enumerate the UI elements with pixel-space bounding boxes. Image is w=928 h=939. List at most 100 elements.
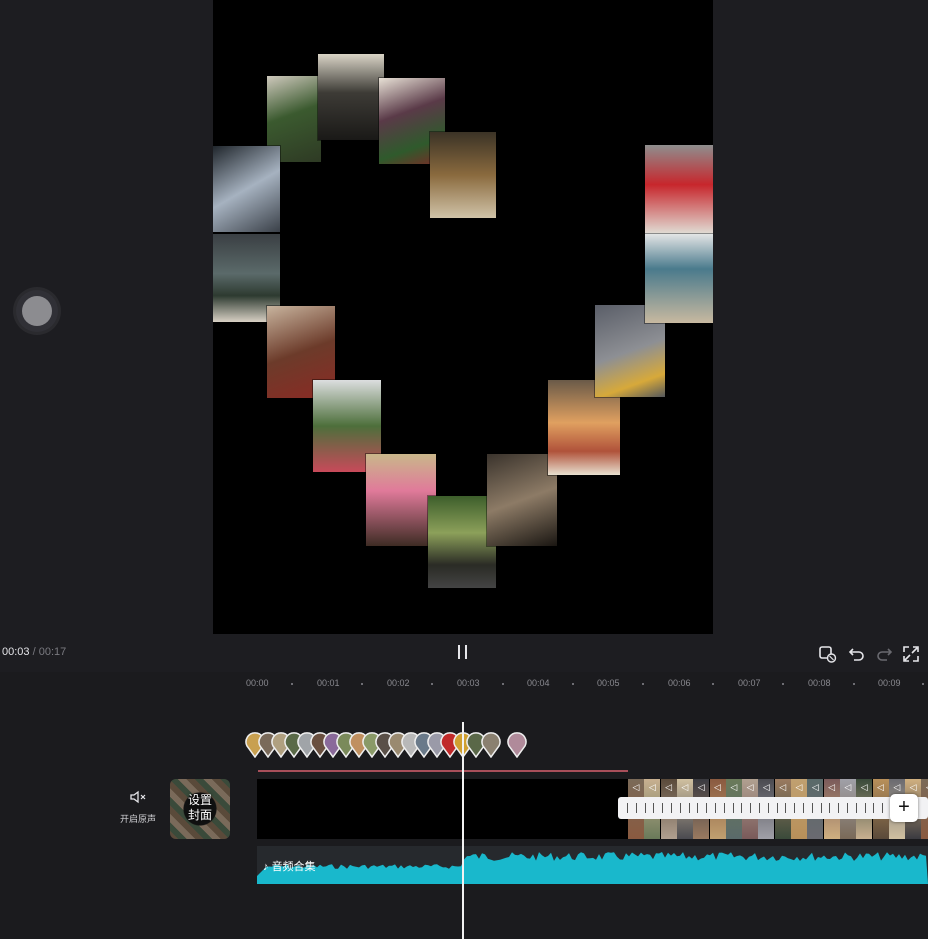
transition-marker <box>776 803 778 813</box>
transition-marker <box>732 803 734 813</box>
clip-volume-icon: ◁ <box>811 782 819 792</box>
transition-marker <box>811 803 813 813</box>
clip-volume-icon: ◁ <box>877 782 884 792</box>
transition-marker <box>715 803 716 813</box>
ruler-tick: 00:09 <box>878 678 901 688</box>
ruler-dot <box>642 683 644 685</box>
transition-marker <box>644 803 646 813</box>
ruler-dot <box>572 683 574 685</box>
clip-volume-icon: ◁ <box>714 782 721 792</box>
ruler-tick: 00:08 <box>808 678 831 688</box>
clip-volume-icon: ◁ <box>730 782 738 792</box>
transition-marker <box>767 803 769 813</box>
audio-track-label: 音频合集 <box>271 861 316 873</box>
set-cover-label: 设置 封面 <box>187 793 212 822</box>
time-ruler[interactable]: 00:00 00:01 00:02 00:03 00:04 00:05 00:0… <box>0 676 928 692</box>
mute-icon <box>130 790 146 804</box>
audio-track[interactable]: ♪ 音频合集 <box>257 846 928 884</box>
collage-photo <box>366 454 436 546</box>
undo-icon[interactable] <box>847 644 867 664</box>
transition-marker <box>750 803 752 813</box>
transition-marker <box>803 803 804 813</box>
pause-icon <box>458 645 460 659</box>
set-cover-button[interactable]: 设置 封面 <box>170 779 230 839</box>
transition-marker <box>662 803 664 813</box>
preview-panel: 00:03 / 00:17 <box>0 0 928 672</box>
assistive-touch-button[interactable] <box>16 290 58 332</box>
keyframe-icon[interactable] <box>818 644 838 664</box>
collage-photo <box>428 496 496 588</box>
ruler-dot <box>922 683 924 685</box>
clip-volume-icon: ◁ <box>665 782 673 792</box>
transition-strip[interactable] <box>618 797 928 819</box>
ruler-tick: 00:02 <box>387 678 410 688</box>
ruler-tick: 00:04 <box>527 678 550 688</box>
collage-photo <box>487 454 557 546</box>
transition-marker <box>741 803 743 813</box>
transition-marker <box>723 803 725 813</box>
time-separator: / <box>32 646 36 658</box>
fullscreen-icon[interactable] <box>901 644 921 664</box>
transition-marker <box>653 803 655 813</box>
sticker-track-underline <box>258 770 628 772</box>
sticker-track[interactable] <box>245 732 545 768</box>
playback-time: 00:03 / 00:17 <box>2 646 66 658</box>
ruler-dot <box>712 683 714 685</box>
ruler-dot <box>853 683 855 685</box>
ruler-dot <box>291 683 293 685</box>
collage-photo <box>213 146 280 232</box>
clip-volume-icon: ◁ <box>860 782 868 792</box>
transition-marker <box>706 803 708 813</box>
transition-marker <box>855 803 857 813</box>
collage-photo <box>318 54 384 140</box>
redo-icon[interactable] <box>874 644 894 664</box>
clip-volume-icon: ◁ <box>681 782 689 792</box>
clip-volume-icon: ◁ <box>795 782 803 792</box>
ruler-tick: 00:00 <box>246 678 269 688</box>
transition-marker <box>785 803 787 813</box>
ruler-tick: 00:07 <box>738 678 761 688</box>
clip-volume-icon: ◁ <box>828 782 836 792</box>
current-time: 00:03 <box>2 646 30 658</box>
ruler-tick: 00:06 <box>668 678 691 688</box>
add-clip-button[interactable]: + <box>890 794 918 822</box>
clip-volume-icon: ◁ <box>746 782 754 792</box>
transition-marker <box>829 803 831 813</box>
clip-volume-icon: ◁ <box>632 782 640 792</box>
transition-marker <box>873 803 875 813</box>
clip-volume-icon: ◁ <box>909 782 917 792</box>
transition-marker <box>627 803 628 813</box>
video-preview-canvas[interactable] <box>213 0 713 634</box>
ruler-tick: 00:01 <box>317 678 340 688</box>
clip-volume-icon: ◁ <box>893 782 901 792</box>
collage-photo <box>645 145 713 233</box>
audio-waveform <box>257 852 928 884</box>
clip-volume-icon: ◁ <box>779 782 787 792</box>
transition-marker <box>688 803 690 813</box>
transition-marker <box>635 803 637 813</box>
original-sound-toggle[interactable]: 开启原声 <box>118 790 158 824</box>
sticker-pin[interactable] <box>507 732 527 759</box>
ruler-dot <box>502 683 504 685</box>
ruler-dot <box>361 683 363 685</box>
transition-marker <box>847 803 848 813</box>
transition-marker <box>679 803 681 813</box>
ruler-tick: 00:05 <box>597 678 620 688</box>
transition-marker <box>864 803 866 813</box>
ruler-dot <box>431 683 433 685</box>
transition-marker <box>838 803 840 813</box>
clip-volume-icon: ◁ <box>697 782 705 792</box>
audio-track-title: ♪ 音频合集 <box>263 858 316 874</box>
transition-marker <box>882 803 884 813</box>
transition-marker <box>794 803 796 813</box>
pause-button[interactable] <box>456 645 470 661</box>
assistive-touch-knob <box>22 296 52 326</box>
transition-marker <box>759 803 760 813</box>
collage-photo <box>430 132 496 218</box>
pause-icon-bar <box>465 645 467 659</box>
clip-volume-icon: ◁ <box>921 779 928 795</box>
clip-volume-icon: ◁ <box>762 782 770 792</box>
sticker-pin[interactable] <box>481 732 501 759</box>
original-sound-label: 开启原声 <box>119 814 156 824</box>
playhead[interactable] <box>462 722 464 939</box>
